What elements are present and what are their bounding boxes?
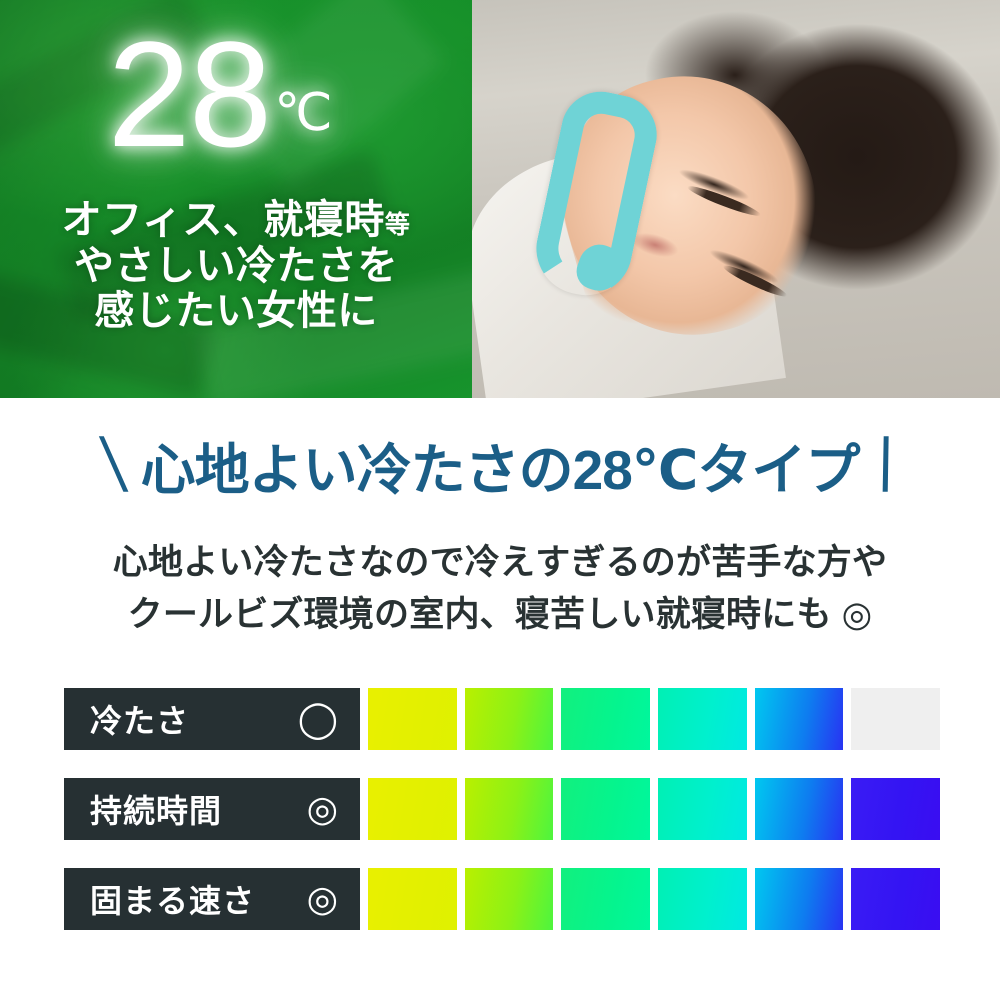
circle-double-icon: ◎ (306, 788, 338, 829)
hero-tagline-line-1-suffix: 等 (384, 211, 411, 239)
lead-line-2: クールビズ環境の室内、寝苦しい就寝時にも ◎ (127, 594, 873, 634)
hero-tagline: オフィス、就寝時等 やさしい冷たさを 感じたい女性に (0, 198, 472, 335)
headline-left-slash-icon: \ (95, 422, 132, 508)
circle-single-icon: ◯ (297, 698, 338, 739)
rating-label-text: 固まる速さ (90, 883, 256, 919)
product-feature-page: 28 ℃ オフィス、就寝時等 やさしい冷たさを 感じたい女性に \ 心地よい冷た… (0, 0, 1000, 1000)
temperature-unit: ℃ (274, 84, 333, 142)
pillow-background (454, 0, 1000, 398)
headline-text: 心地よい冷たさの28℃タイプ (140, 439, 861, 501)
rating-label-text: 持続時間 (90, 793, 223, 829)
rating-cell (851, 868, 941, 930)
hero-tagline-line-2: やさしい冷たさを (74, 243, 398, 288)
hero-tagline-line-1-main: オフィス、就寝時 (61, 198, 385, 242)
rating-table: 冷たさ ◯ 持続時間 ◎ 固まる速さ ◎ (64, 688, 941, 930)
rating-cell (658, 868, 747, 930)
table-row: 持続時間 ◎ (64, 778, 941, 840)
temperature-value: 28 (107, 10, 272, 178)
rating-label-text: 冷たさ (90, 703, 190, 739)
rating-cell (561, 778, 651, 840)
rating-cell (851, 778, 941, 840)
table-row: 固まる速さ ◎ (64, 868, 941, 930)
section-headline: \ 心地よい冷たさの28℃タイプ / (0, 422, 1000, 508)
temperature-display: 28 ℃ (0, 10, 440, 178)
rating-cell (658, 778, 747, 840)
headline-right-slash-icon: / (868, 422, 905, 508)
rating-scale (368, 688, 941, 750)
hero-tagline-line-3: 感じたい女性に (94, 289, 378, 334)
lead-paragraph: 心地よい冷たさなので冷えすぎるのが苦手な方や クールビズ環境の室内、寝苦しい就寝… (0, 537, 1000, 641)
rating-label-duration: 持続時間 ◎ (64, 778, 360, 840)
rating-cell (368, 778, 457, 840)
rating-cell (464, 778, 554, 840)
rating-scale (368, 868, 941, 930)
rating-scale (368, 778, 941, 840)
rating-cell-empty (851, 688, 941, 750)
rating-cell (754, 868, 844, 930)
rating-cell (464, 868, 554, 930)
rating-label-freeze-speed: 固まる速さ ◎ (64, 868, 360, 930)
rating-cell (561, 868, 651, 930)
rating-cell (464, 688, 554, 750)
rating-cell (368, 688, 457, 750)
hero-banner: 28 ℃ オフィス、就寝時等 やさしい冷たさを 感じたい女性に (0, 0, 1000, 398)
table-row: 冷たさ ◯ (64, 688, 941, 750)
circle-double-icon: ◎ (306, 878, 338, 919)
rating-cell (658, 688, 747, 750)
rating-cell (754, 688, 844, 750)
rating-cell (754, 778, 844, 840)
rating-cell (368, 868, 457, 930)
rating-label-coldness: 冷たさ ◯ (64, 688, 360, 750)
hero-tagline-line-1: オフィス、就寝時等 (0, 198, 472, 244)
lead-line-1: 心地よい冷たさなので冷えすぎるのが苦手な方や (112, 543, 888, 582)
rating-cell (561, 688, 651, 750)
